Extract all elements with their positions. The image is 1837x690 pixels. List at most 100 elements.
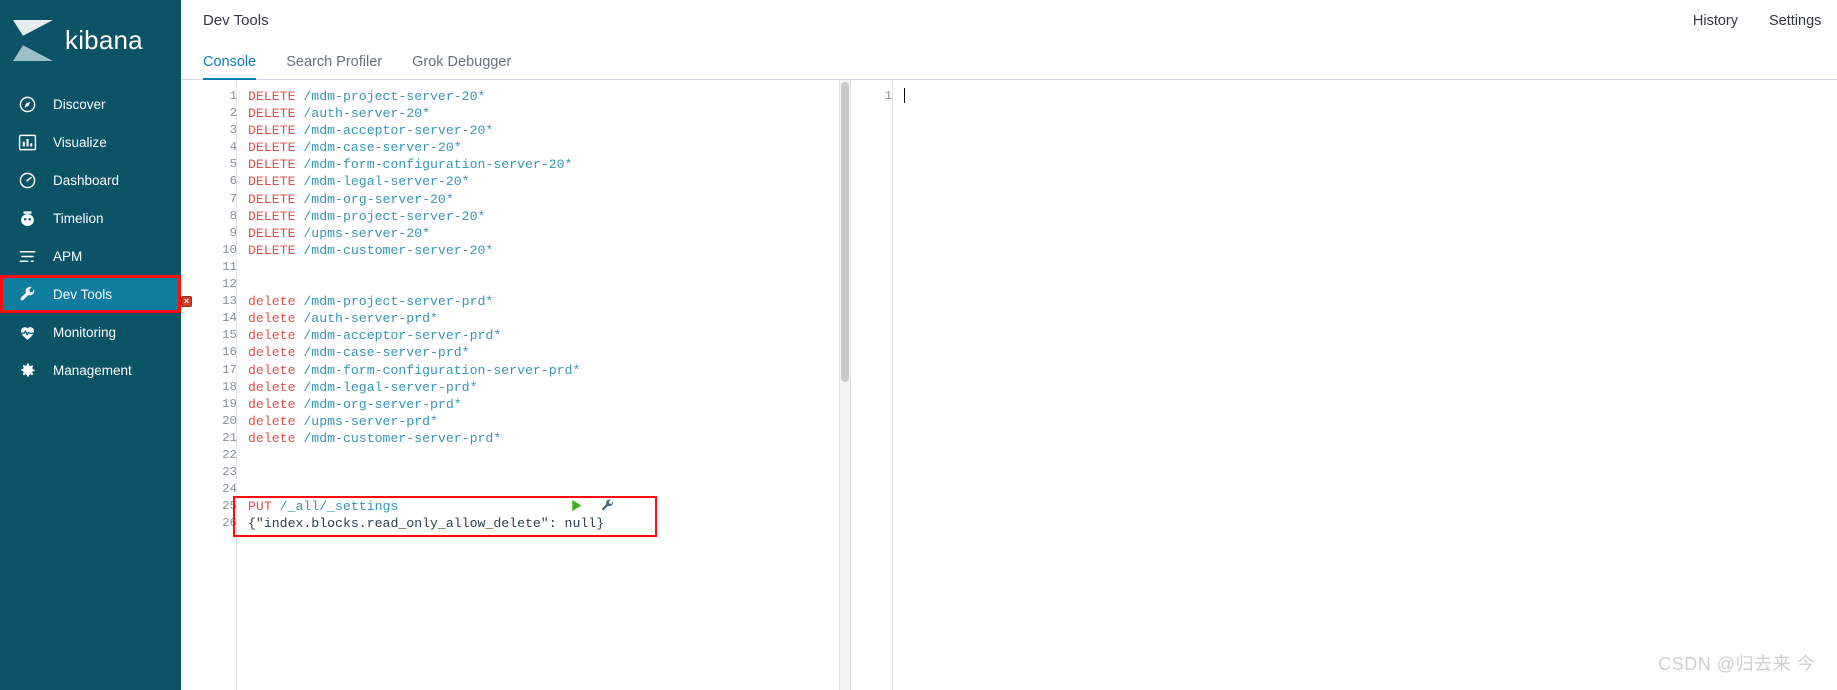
kibana-app: kibana Discover Visualize Dashboard Time… [0,0,1837,690]
http-method-token: DELETE [248,174,296,190]
code-line[interactable]: 22 [181,447,850,464]
sidebar-item-timelion[interactable]: Timelion [0,199,181,237]
code-line[interactable]: 23 [181,464,850,481]
code-line[interactable]: 24 [181,481,850,498]
code-line[interactable]: 14 delete /auth-server-prd* [181,310,850,327]
code-line[interactable]: 1 DELETE /mdm-project-server-20* [181,88,850,105]
code-line[interactable]: 4 DELETE /mdm-case-server-20* [181,139,850,156]
wrench-icon[interactable] [600,498,615,518]
sidebar-item-dashboard[interactable]: Dashboard [0,161,181,199]
code-text[interactable]: DELETE /auth-server-20* [237,105,430,122]
sidebar-item-management[interactable]: Management [0,351,181,389]
code-text[interactable]: DELETE /mdm-acceptor-server-20* [237,122,493,139]
code-line[interactable]: 26 {"index.blocks.read_only_allow_delete"… [181,515,850,532]
sidebar-item-dev-tools[interactable]: Dev Tools [0,275,181,313]
sidebar-item-apm[interactable]: APM [0,237,181,275]
line-number: 22 [222,447,237,462]
response-editor[interactable]: 1 [851,80,1837,105]
play-icon[interactable] [569,498,584,518]
code-text[interactable]: {"index.blocks.read_only_allow_delete": … [237,515,604,532]
response-line[interactable]: 1 [851,88,1837,105]
settings-button[interactable]: Settings [1769,13,1837,29]
line-number: 13 [222,294,237,309]
tab-console[interactable]: Console [203,54,257,80]
http-method-token: DELETE [248,242,296,258]
code-text[interactable]: delete /mdm-case-server-prd* [237,344,470,361]
response-editor-pane[interactable]: 1 [851,80,1837,690]
compass-icon [17,94,37,114]
tab-search-profiler[interactable]: Search Profiler [286,54,382,80]
sidebar-item-discover[interactable]: Discover [0,85,181,123]
code-line[interactable]: 3 DELETE /mdm-acceptor-server-20* [181,122,850,139]
request-url-token: /mdm-org-server-20* [295,191,454,207]
http-method-token: DELETE [248,208,296,224]
code-line[interactable]: × 13 delete /mdm-project-server-prd* [181,293,850,310]
code-line[interactable]: 10 DELETE /mdm-customer-server-20* [181,242,850,259]
line-number: 5 [229,157,237,172]
code-line[interactable]: 2 DELETE /auth-server-20* [181,105,850,122]
code-text[interactable]: delete /mdm-acceptor-server-prd* [237,327,501,344]
http-method-token: delete [248,396,296,412]
http-method-token: delete [248,430,296,446]
code-text[interactable]: PUT /_all/_settings [237,498,398,515]
settings-button-clip: Settings [1769,13,1837,29]
page-title: Dev Tools [203,12,269,29]
code-line[interactable]: 8 DELETE /mdm-project-server-20* [181,208,850,225]
code-text[interactable]: DELETE /mdm-project-server-20* [237,88,485,105]
line-number: 14 [222,311,237,326]
request-url-token: /mdm-org-server-prd* [295,396,462,412]
code-line[interactable]: 21 delete /mdm-customer-server-prd* [181,430,850,447]
code-text[interactable]: DELETE /mdm-form-configuration-server-20… [237,156,572,173]
history-button[interactable]: History [1693,13,1738,29]
code-text[interactable]: DELETE /upms-server-20* [237,225,430,242]
request-editor-pane[interactable]: 1 DELETE /mdm-project-server-20* 2 DELETE /… [181,80,851,690]
code-line[interactable]: 18 delete /mdm-legal-server-prd* [181,379,850,396]
request-url-token: /mdm-legal-server-prd* [295,379,478,395]
code-line[interactable]: 25 PUT /_all/_settings [181,498,850,515]
error-badge-icon[interactable]: × [181,295,192,307]
sidebar-item-monitoring[interactable]: Monitoring [0,313,181,351]
code-line[interactable]: 7 DELETE /mdm-org-server-20* [181,191,850,208]
apm-lines-icon [17,246,37,266]
heartbeat-icon [17,322,37,342]
code-text[interactable]: delete /upms-server-prd* [237,413,438,430]
code-text[interactable]: delete /auth-server-prd* [237,310,438,327]
sidebar-item-label: Timelion [53,210,104,226]
sidebar-item-visualize[interactable]: Visualize [0,123,181,161]
code-text[interactable]: delete /mdm-form-configuration-server-pr… [237,362,580,379]
code-text[interactable]: DELETE /mdm-case-server-20* [237,139,462,156]
request-editor[interactable]: 1 DELETE /mdm-project-server-20* 2 DELETE /… [181,80,850,532]
code-line[interactable]: 11 [181,259,850,276]
code-line[interactable]: 16 delete /mdm-case-server-prd* [181,344,850,361]
code-text[interactable]: DELETE /mdm-org-server-20* [237,191,454,208]
code-line[interactable]: 15 delete /mdm-acceptor-server-prd* [181,327,850,344]
line-number: 1 [884,89,892,103]
line-number: 8 [229,208,237,223]
request-scrollbar[interactable] [839,80,850,690]
request-url-token: /mdm-acceptor-server-20* [295,123,494,139]
timelion-clock-icon [17,208,37,228]
code-text[interactable]: DELETE /mdm-legal-server-20* [237,173,470,190]
scrollbar-thumb[interactable] [841,82,849,382]
code-text[interactable]: DELETE /mdm-customer-server-20* [237,242,493,259]
http-method-token: PUT [248,499,272,515]
code-line[interactable]: 17 delete /mdm-form-configuration-server-… [181,362,850,379]
code-line[interactable]: 12 [181,276,850,293]
code-text[interactable]: delete /mdm-project-server-prd* [237,293,493,310]
line-number: 20 [222,413,237,428]
code-line[interactable]: 9 DELETE /upms-server-20* [181,225,850,242]
request-url-token: /upms-server-20* [295,225,431,241]
code-text[interactable]: DELETE /mdm-project-server-20* [237,208,485,225]
tab-grok-debugger[interactable]: Grok Debugger [412,54,511,80]
code-line[interactable]: 6 DELETE /mdm-legal-server-20* [181,173,850,190]
code-text[interactable]: delete /mdm-customer-server-prd* [237,430,501,447]
code-text[interactable]: delete /mdm-org-server-prd* [237,396,462,413]
code-text[interactable]: delete /mdm-legal-server-prd* [237,379,478,396]
code-line[interactable]: 19 delete /mdm-org-server-prd* [181,396,850,413]
brand[interactable]: kibana [0,0,181,81]
line-number: 23 [222,465,237,480]
console-tabs: Console Search Profiler Grok Debugger [181,42,1837,80]
request-url-token: /mdm-form-configuration-server-prd* [295,362,581,378]
code-line[interactable]: 20 delete /upms-server-prd* [181,413,850,430]
code-line[interactable]: 5 DELETE /mdm-form-configuration-server-2… [181,156,850,173]
